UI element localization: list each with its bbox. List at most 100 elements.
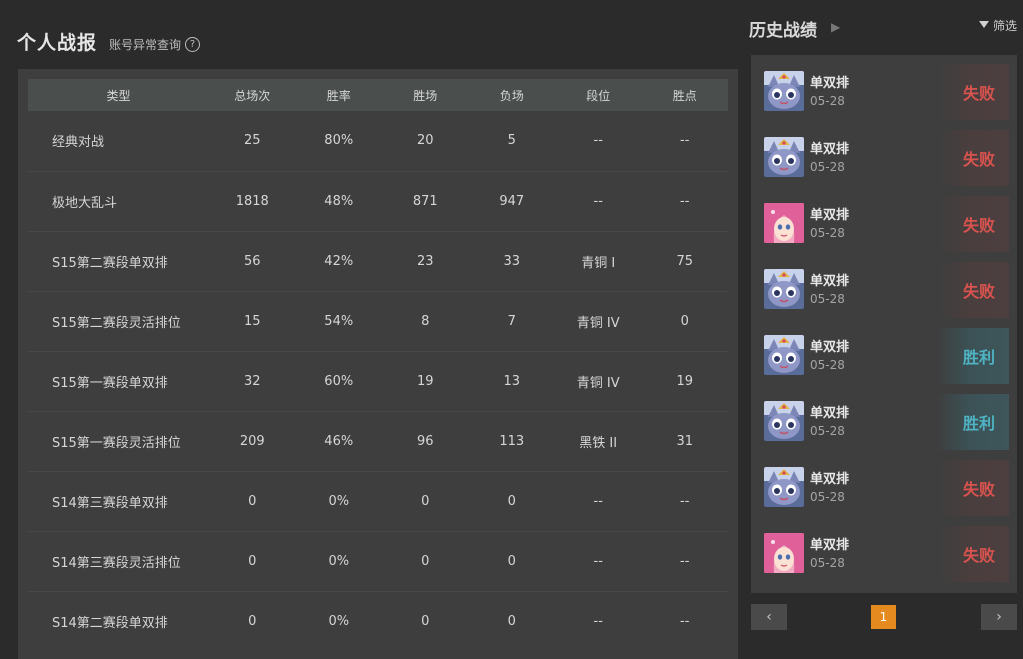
col-header: 段位 [586, 88, 611, 103]
match-date: 05-28 [810, 424, 845, 438]
stat-cell: 96 [416, 433, 434, 449]
seraphine-avatar [764, 533, 804, 573]
col-header: 胜场 [413, 88, 438, 103]
stat-cell: 0% [328, 553, 350, 569]
stats-title: 个人战报 [17, 32, 98, 54]
yuumi-avatar [764, 137, 804, 177]
queue-type-cell: S14第三赛段单双排 [52, 495, 168, 511]
stat-cell: 209 [239, 433, 265, 449]
stat-cell: 20 [416, 133, 434, 149]
account-anomaly-label: 账号异常查询 [109, 38, 182, 52]
stat-cell: 871 [412, 193, 438, 209]
history-title[interactable]: 历史战绩 [749, 16, 817, 41]
stat-cell: 31 [676, 433, 693, 449]
yuumi-avatar [764, 335, 804, 375]
stat-cell: 15 [244, 313, 261, 329]
match-item[interactable]: 单双排 05-28 失败 [759, 460, 1009, 516]
stats-row: S15第二赛段灵活排位 15 54% 8 7 青铜 IV 0 [28, 291, 728, 351]
match-result: 失败 [937, 460, 1009, 516]
stat-cell: 113 [499, 433, 525, 449]
stat-cell: 青铜 IV [576, 375, 620, 391]
stat-cell: 1818 [235, 193, 269, 209]
match-result: 失败 [937, 130, 1009, 186]
match-date: 05-28 [810, 358, 845, 372]
match-mode: 单双排 [810, 76, 850, 91]
queue-type-cell: S14第二赛段单双排 [52, 615, 168, 631]
match-result: 失败 [937, 64, 1009, 120]
match-result: 失败 [937, 262, 1009, 318]
match-item[interactable]: 单双排 05-28 失败 [759, 196, 1009, 252]
match-item[interactable]: 单双排 05-28 失败 [759, 64, 1009, 120]
stat-cell: 54% [324, 313, 354, 329]
match-date: 05-28 [810, 160, 845, 174]
stat-cell: 60% [324, 373, 354, 389]
queue-type-cell: S14第三赛段灵活排位 [52, 555, 181, 571]
col-header: 负场 [499, 88, 524, 103]
stat-cell: -- [593, 553, 603, 569]
stat-cell: -- [680, 553, 690, 569]
seraphine-avatar [764, 203, 804, 243]
chevron-right-icon[interactable]: ▶ [831, 20, 840, 34]
stat-cell: 0 [248, 613, 257, 629]
queue-type-cell: 极地大乱斗 [52, 195, 118, 211]
stat-cell: 947 [499, 193, 525, 209]
stat-cell: 19 [416, 373, 434, 389]
stat-cell: 0 [421, 613, 430, 629]
match-item[interactable]: 单双排 05-28 失败 [759, 262, 1009, 318]
match-mode: 单双排 [810, 472, 850, 487]
col-header: 总场次 [234, 88, 271, 103]
filter-icon [978, 21, 989, 28]
page-number-current[interactable]: 1 [871, 605, 896, 629]
stat-cell: 23 [416, 253, 434, 269]
stats-row: S15第二赛段单双排 56 42% 23 33 青铜 I 75 [28, 231, 728, 291]
account-anomaly-link[interactable]: 账号异常查询 ? [109, 36, 201, 53]
match-result: 胜利 [937, 328, 1009, 384]
match-mode: 单双排 [810, 406, 850, 421]
stat-cell: 0 [248, 553, 257, 569]
stats-row: S15第一赛段单双排 32 60% 19 13 青铜 IV 19 [28, 351, 728, 411]
match-date: 05-28 [810, 490, 845, 504]
filter-label: 筛选 [992, 19, 1017, 33]
stats-row: S14第三赛段单双排 0 0% 0 0 -- -- [28, 471, 728, 531]
stat-cell: 0 [507, 553, 516, 569]
match-item[interactable]: 单双排 05-28 失败 [759, 526, 1009, 582]
stat-cell: 33 [503, 253, 520, 269]
stat-cell: 42% [324, 253, 354, 269]
filter-button[interactable]: 筛选 [978, 17, 1017, 34]
stat-cell: -- [593, 133, 603, 149]
stats-row: 经典对战 25 80% 20 5 -- -- [28, 111, 728, 171]
stat-cell: 0 [680, 313, 689, 329]
stats-header-row: 类型 总场次 胜率 胜场 负场 段位 胜点 [28, 79, 728, 111]
stat-cell: 32 [244, 373, 261, 389]
match-mode: 单双排 [810, 142, 850, 157]
match-result: 胜利 [937, 394, 1009, 450]
stat-cell: 56 [244, 253, 261, 269]
yuumi-avatar [764, 269, 804, 309]
next-page-button[interactable]: › [981, 604, 1017, 630]
queue-type-cell: S15第二赛段单双排 [52, 255, 168, 271]
stat-cell: 0 [421, 493, 430, 509]
yuumi-avatar [764, 71, 804, 111]
stat-cell: 46% [324, 433, 354, 449]
queue-type-cell: S15第二赛段灵活排位 [52, 315, 181, 331]
stat-cell: 19 [676, 373, 693, 389]
yuumi-avatar [764, 467, 804, 507]
col-header: 胜点 [672, 88, 697, 103]
stat-cell: -- [593, 193, 603, 209]
stats-table-panel: 类型 总场次 胜率 胜场 负场 段位 胜点 经典对战 25 80% 20 5 -- -- 极地… [18, 69, 738, 659]
stats-row: S14第二赛段单双排 0 0% 0 0 -- -- [28, 591, 728, 651]
question-circle-icon[interactable]: ? [185, 37, 201, 52]
match-item[interactable]: 单双排 05-28 胜利 [759, 394, 1009, 450]
stat-cell: 13 [503, 373, 520, 389]
stat-cell: 0% [328, 613, 350, 629]
yuumi-avatar [764, 401, 804, 441]
stat-cell: 0 [507, 493, 516, 509]
prev-page-button[interactable]: ‹ [751, 604, 787, 630]
match-item[interactable]: 单双排 05-28 胜利 [759, 328, 1009, 384]
match-item[interactable]: 单双排 05-28 失败 [759, 130, 1009, 186]
stat-cell: -- [593, 493, 603, 509]
match-history-list: 单双排 05-28 失败 单双排 05-28 失败 单双排 05-28 失败 单双排 05-28 失败… [751, 55, 1017, 593]
stat-cell: -- [680, 613, 690, 629]
stat-cell: 7 [507, 313, 516, 329]
stat-cell: 0 [507, 613, 516, 629]
